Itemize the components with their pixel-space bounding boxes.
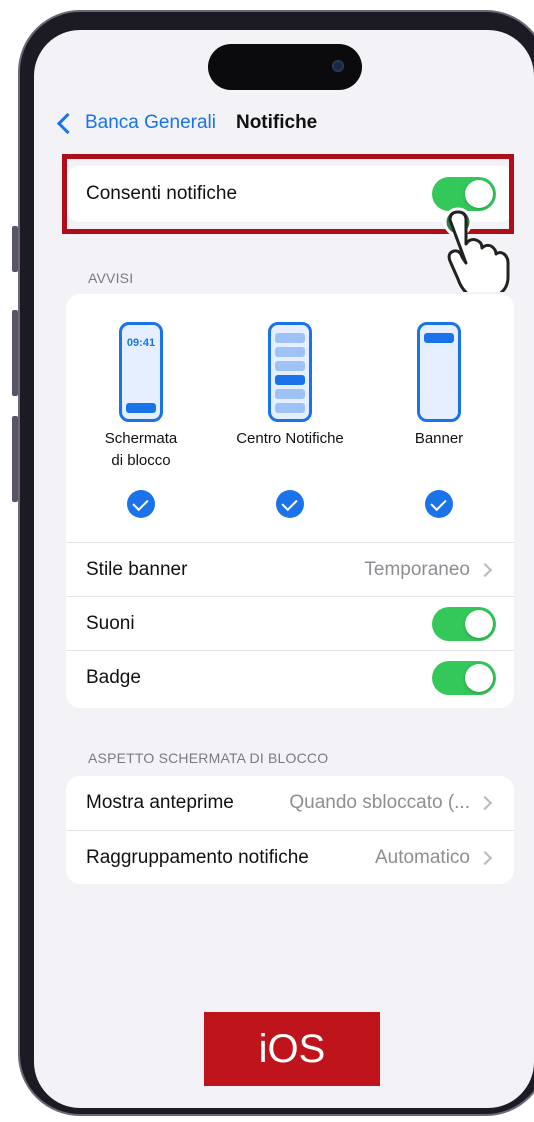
nc-bar — [275, 347, 305, 357]
alert-style-label-line2: di blocco — [111, 452, 171, 469]
chevron-right-icon — [477, 562, 493, 577]
nc-bar — [275, 403, 305, 413]
alert-style-label: Schermata di blocco — [66, 428, 216, 472]
alert-styles: 09:41 Schermata di blocco Centro Notific… — [66, 294, 514, 542]
camera-icon — [332, 60, 344, 72]
show-previews-label: Mostra anteprime — [86, 792, 234, 813]
grouping-value: Automatico — [374, 846, 470, 868]
hand-shape — [447, 210, 510, 292]
show-previews-row[interactable]: Mostra anteprime Quando sbloccato (... — [66, 776, 514, 830]
alert-style-label-line1: Banner — [414, 430, 464, 447]
lock-screen-phone-icon: 09:41 — [119, 322, 163, 422]
banner-phone-icon — [417, 322, 461, 422]
banner-style-label: Stile banner — [86, 558, 188, 580]
lock-screen-card: Mostra anteprime Quando sbloccato (... R… — [66, 776, 514, 884]
nc-bar — [275, 389, 305, 399]
badge-label: Badge — [86, 666, 141, 688]
checkmark-icon[interactable] — [127, 490, 155, 518]
banner-bar — [424, 333, 454, 343]
badge-toggle[interactable] — [432, 660, 496, 695]
grouping-label: Raggruppamento notifiche — [86, 846, 309, 868]
nc-bar — [275, 375, 305, 385]
nc-bar — [275, 333, 305, 343]
chevron-left-icon[interactable] — [56, 112, 79, 134]
notification-center-phone-icon — [268, 322, 312, 422]
alert-style-label: Centro Notifiche — [215, 428, 365, 450]
back-button[interactable]: Banca Generali — [85, 112, 216, 134]
banner-style-value: Temporaneo — [364, 558, 470, 580]
alerts-section-header: AVVISI — [88, 270, 134, 286]
checkmark-icon[interactable] — [276, 490, 304, 518]
nc-bar — [275, 361, 305, 371]
sounds-label: Suoni — [86, 612, 135, 634]
hand-pointer-icon — [443, 207, 510, 292]
banner-style-row[interactable]: Stile banner Temporaneo — [66, 542, 514, 596]
page-title: Notifiche — [235, 112, 318, 133]
show-previews-value: Quando sbloccato (... — [289, 792, 470, 813]
sounds-row: Suoni — [66, 596, 514, 650]
lock-screen-notification-bar — [126, 403, 156, 413]
checkmark-icon[interactable] — [425, 490, 453, 518]
grouping-row[interactable]: Raggruppamento notifiche Automatico — [66, 830, 514, 884]
toggle-knob — [465, 609, 493, 638]
toggle-knob — [465, 663, 493, 692]
chevron-right-icon — [477, 795, 493, 811]
chevron-right-icon — [477, 850, 493, 865]
alerts-card: 09:41 Schermata di blocco Centro Notific… — [66, 294, 514, 708]
alert-style-label-line1: Schermata — [104, 430, 178, 447]
alert-style-label: Banner — [364, 428, 514, 450]
sounds-toggle[interactable] — [432, 606, 496, 641]
navigation-bar: Banca Generali Notifiche — [56, 108, 317, 138]
platform-badge: iOS — [204, 1012, 380, 1086]
badge-row: Badge — [66, 650, 514, 704]
lock-screen-section-header: ASPETTO SCHERMATA DI BLOCCO — [88, 750, 329, 766]
alert-style-label-line1: Centro Notifiche — [236, 430, 344, 447]
dynamic-island — [208, 44, 362, 90]
lock-screen-clock: 09:41 — [126, 337, 156, 349]
